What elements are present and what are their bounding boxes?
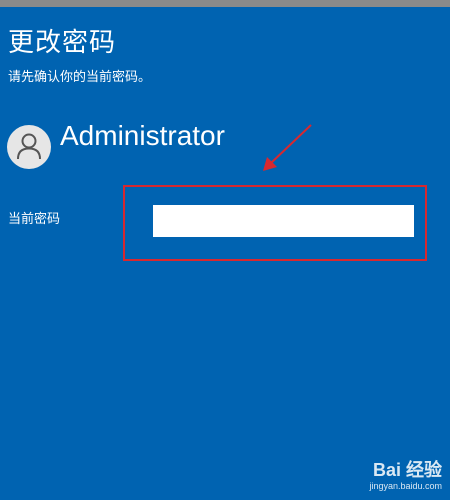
- current-password-label: 当前密码: [8, 212, 61, 227]
- annotation-arrow-icon: [263, 124, 312, 171]
- baidu-watermark: Bai 经验 jingyan.baidu.com: [322, 460, 442, 492]
- window-top-bar: [0, 0, 450, 7]
- watermark-logo: Bai 经验: [372, 460, 442, 480]
- current-password-field[interactable]: [153, 205, 414, 237]
- person-icon: [17, 133, 41, 160]
- change-password-panel: 更改密码 请先确认你的当前密码。 Administrator 当前密码 Bai …: [0, 7, 450, 500]
- user-name: Administrator: [60, 120, 225, 151]
- avatar: [7, 125, 51, 169]
- page-subtitle: 请先确认你的当前密码。: [8, 70, 152, 85]
- watermark-url: jingyan.baidu.com: [369, 481, 442, 491]
- page-title: 更改密码: [8, 28, 117, 58]
